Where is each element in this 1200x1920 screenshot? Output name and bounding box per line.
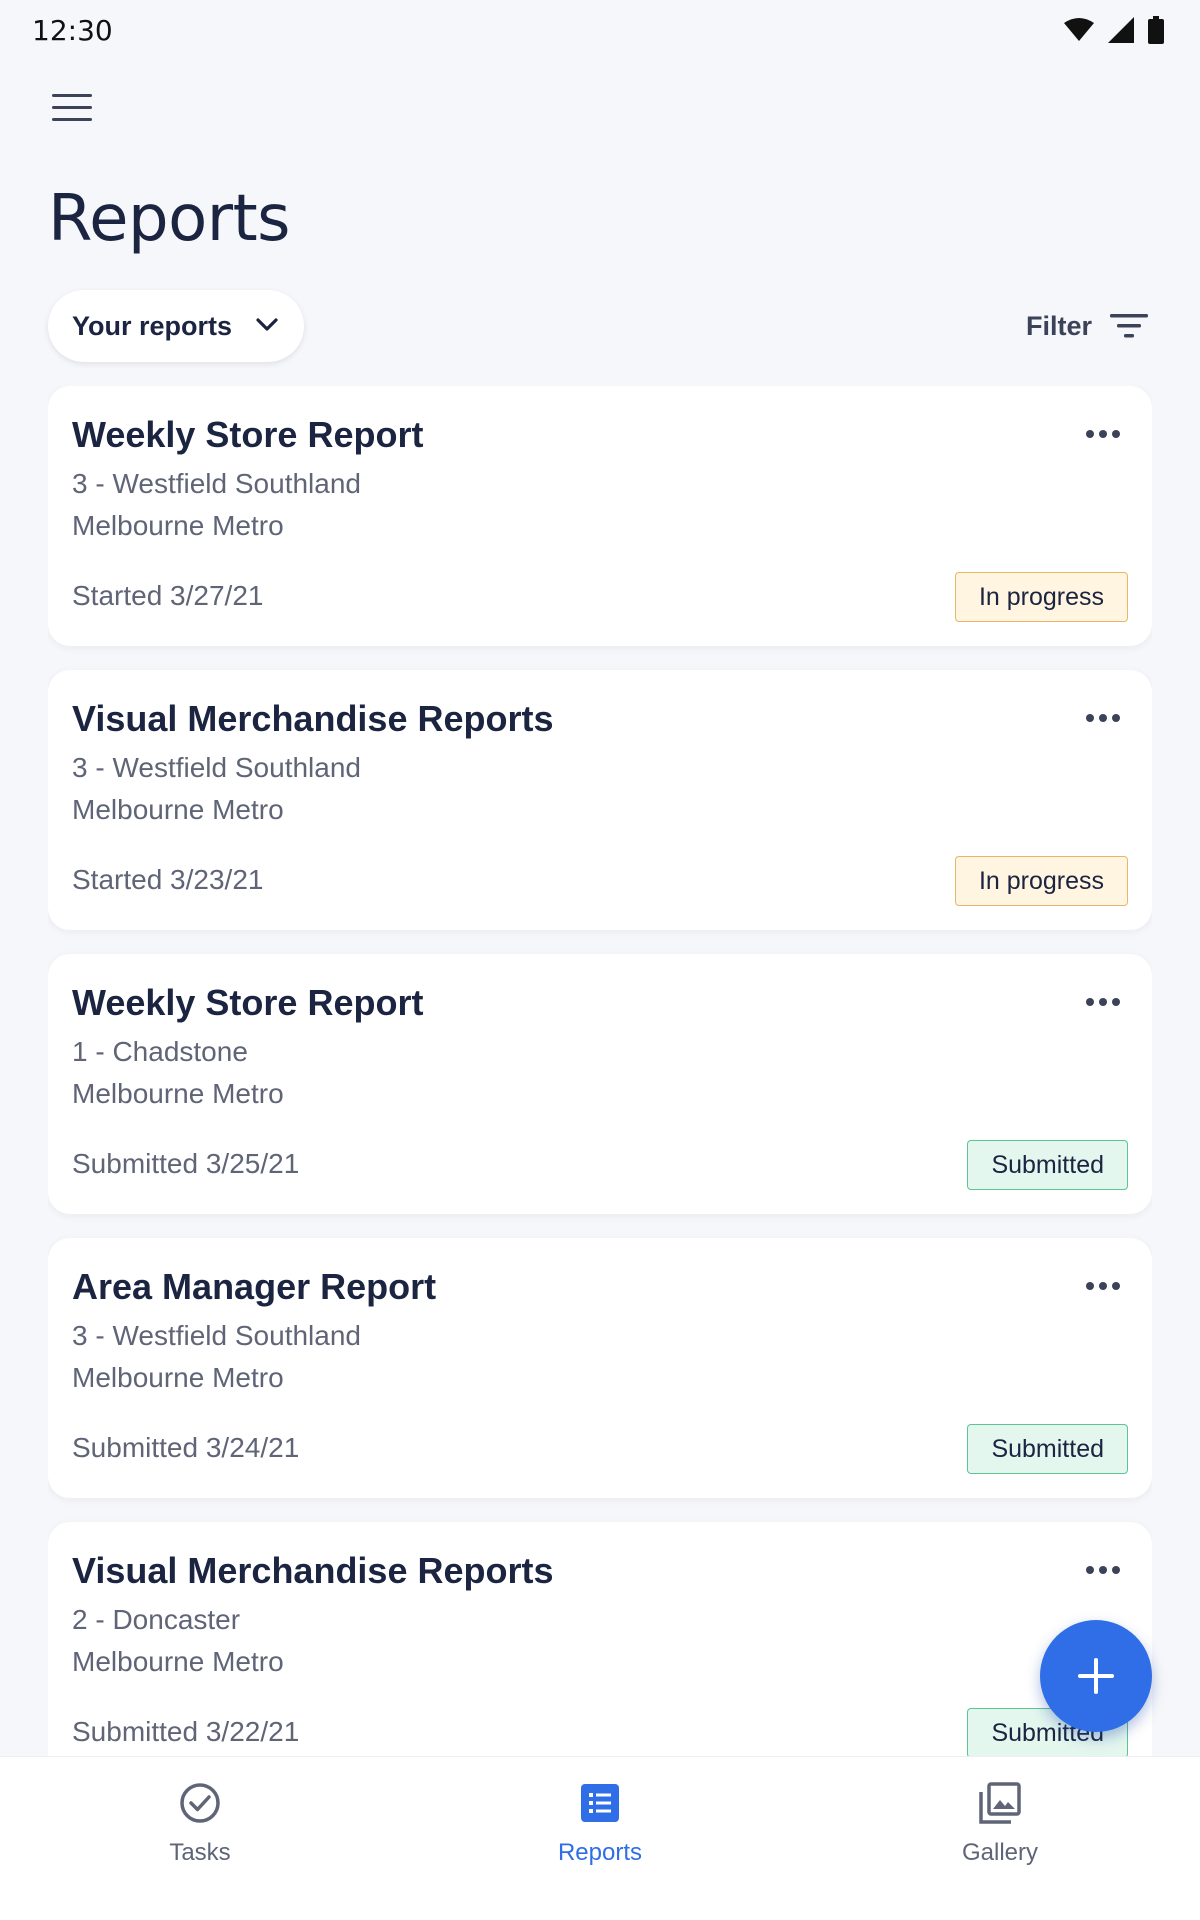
nav-label-tasks: Tasks [169, 1839, 231, 1866]
report-region: Melbourne Metro [72, 510, 284, 541]
check-circle-icon [180, 1783, 220, 1823]
nav-item-reports[interactable]: Reports [400, 1757, 800, 1877]
status-badge: In progress [954, 856, 1128, 906]
report-title: Visual Merchandise Reports [72, 1550, 554, 1591]
report-title: Area Manager Report [72, 1266, 437, 1307]
add-report-button[interactable] [1040, 1620, 1152, 1732]
nav-label-reports: Reports [557, 1839, 643, 1866]
filter-button[interactable]: Filter [1026, 300, 1148, 352]
reports-list[interactable]: Weekly Store Report 3 - Westfield Southl… [48, 386, 1152, 1756]
status-time: 12:30 [32, 14, 113, 47]
filter-icon [1110, 314, 1148, 338]
nav-item-gallery[interactable]: Gallery [800, 1757, 1200, 1877]
nav-label-gallery: Gallery [961, 1839, 1039, 1866]
reports-scope-label: Your reports [72, 310, 233, 341]
more-options-icon[interactable] [1086, 430, 1122, 442]
nav-item-tasks[interactable]: Tasks [0, 1757, 400, 1877]
more-options-icon[interactable] [1086, 998, 1122, 1010]
list-icon [581, 1784, 619, 1822]
report-region: Melbourne Metro [72, 1646, 284, 1677]
gallery-icon [979, 1782, 1021, 1824]
reports-scope-dropdown[interactable]: Your reports [48, 290, 304, 362]
report-region: Melbourne Metro [72, 794, 284, 825]
report-card[interactable]: Area Manager Report 3 - Westfield Southl… [48, 1238, 1152, 1498]
status-icons [1064, 16, 1164, 44]
report-card[interactable]: Visual Merchandise Reports 3 - Westfield… [48, 670, 1152, 930]
chevron-down-icon [256, 318, 278, 331]
report-store: 3 - Westfield Southland [72, 752, 361, 783]
menu-icon[interactable] [52, 94, 92, 124]
report-title: Visual Merchandise Reports [72, 698, 554, 739]
battery-icon [1148, 16, 1164, 44]
report-title: Weekly Store Report [72, 982, 424, 1023]
filter-label: Filter [1025, 310, 1092, 341]
report-card[interactable]: Visual Merchandise Reports 2 - Doncaster… [48, 1522, 1152, 1756]
more-options-icon[interactable] [1086, 1282, 1122, 1294]
status-badge: In progress [954, 572, 1128, 622]
bottom-nav: Tasks Reports Gallery [0, 1756, 1200, 1920]
report-store: 3 - Westfield Southland [72, 468, 361, 499]
report-title: Weekly Store Report [72, 414, 424, 455]
report-store: 3 - Westfield Southland [72, 1320, 361, 1351]
report-card[interactable]: Weekly Store Report 3 - Westfield Southl… [48, 386, 1152, 646]
report-date: Submitted 3/25/21 [72, 1148, 300, 1179]
signal-icon [1108, 17, 1134, 43]
report-region: Melbourne Metro [72, 1078, 284, 1109]
report-card[interactable]: Weekly Store Report 1 - Chadstone Melbou… [48, 954, 1152, 1214]
report-store: 1 - Chadstone [72, 1036, 248, 1067]
status-badge: Submitted [967, 1140, 1128, 1190]
report-date: Submitted 3/22/21 [72, 1716, 300, 1747]
plus-icon [1078, 1658, 1114, 1694]
report-date: Started 3/27/21 [72, 580, 264, 611]
report-date: Submitted 3/24/21 [72, 1432, 300, 1463]
status-badge: Submitted [967, 1424, 1128, 1474]
more-options-icon[interactable] [1086, 1566, 1122, 1578]
page-title: Reports [48, 182, 291, 256]
report-region: Melbourne Metro [72, 1362, 284, 1393]
more-options-icon[interactable] [1086, 714, 1122, 726]
report-store: 2 - Doncaster [72, 1604, 241, 1635]
status-bar: 12:30 [0, 0, 1200, 64]
report-date: Started 3/23/21 [72, 864, 264, 895]
wifi-icon [1064, 18, 1094, 41]
